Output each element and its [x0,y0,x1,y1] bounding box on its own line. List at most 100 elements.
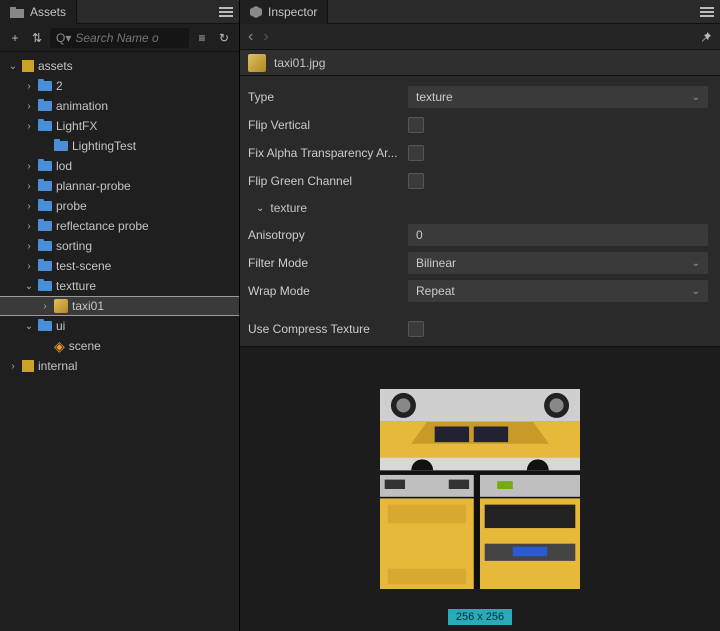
chevron-down-icon: ⌄ [692,92,700,103]
tree-label: assets [38,59,73,73]
hamburger-icon [219,11,233,13]
tree-row[interactable]: ›animation [0,96,239,116]
tree-row[interactable]: ⌄textture [0,276,239,296]
anisotropy-input[interactable] [408,224,708,246]
folder-icon [38,161,52,171]
tree-label: LightingTest [72,139,136,153]
tree-row[interactable]: ›LightFX [0,116,239,136]
folder-icon [38,121,52,131]
section-label: texture [270,201,307,215]
tree-label: animation [56,99,108,113]
preview-area: 256 x 256 [240,346,720,631]
tree-row[interactable]: ›probe [0,196,239,216]
inspector-header: Inspector [240,0,720,24]
folder-icon [54,141,68,151]
scene-icon: ◈ [54,338,65,355]
tree-row[interactable]: LightingTest [0,136,239,156]
tree-row[interactable]: ›taxi01 [0,296,239,316]
chevron-down-icon: ⌄ [8,61,18,72]
file-thumbnail-icon [248,54,266,72]
pin-button[interactable] [700,31,712,43]
chevron-down-icon: ⌄ [256,203,264,214]
prop-label: Use Compress Texture [244,322,408,336]
chevron-down-icon: ⌄ [24,281,34,292]
prop-use-compress: Use Compress Texture [244,316,716,342]
flip-vertical-checkbox[interactable] [408,117,424,133]
prop-label: Filter Mode [244,256,408,270]
fix-alpha-checkbox[interactable] [408,145,424,161]
type-select[interactable]: texture⌄ [408,86,708,108]
search-icon: Q▾ [56,31,71,45]
pin-icon [700,31,712,43]
wrap-mode-value: Repeat [416,284,455,298]
prop-type: Type texture⌄ [244,84,716,110]
asset-tree[interactable]: ⌄assets›2›animation›LightFXLightingTest›… [0,52,239,631]
assets-tab[interactable]: Assets [0,0,77,24]
create-button[interactable]: + [6,29,24,47]
plus-icon: + [11,31,18,45]
prop-label: Flip Vertical [244,118,408,132]
search-wrap: Q▾ [50,28,189,48]
assets-panel: Assets + ⇅ Q▾ ≡ ↻ ⌄assets›2›animation›Li… [0,0,240,631]
sort-button[interactable]: ⇅ [28,29,46,47]
preview-canvas: 256 x 256 [240,346,720,631]
chevron-right-icon: › [24,121,34,132]
tree-row[interactable]: ◈scene [0,336,239,356]
nav-back-button[interactable]: ‹ [248,28,253,46]
texture-section-header[interactable]: ⌄ texture [244,196,716,220]
prop-anisotropy: Anisotropy [244,222,716,248]
compress-checkbox[interactable] [408,321,424,337]
folder-icon [38,281,52,291]
chevron-right-icon: › [24,261,34,272]
refresh-button[interactable]: ↻ [215,29,233,47]
prop-label: Wrap Mode [244,284,408,298]
file-name: taxi01.jpg [274,56,325,70]
tree-row[interactable]: ›2 [0,76,239,96]
search-input[interactable] [75,31,183,45]
folder-icon [38,181,52,191]
wrap-mode-select[interactable]: Repeat⌄ [408,280,708,302]
tree-row[interactable]: ›reflectance probe [0,216,239,236]
chevron-right-icon: › [24,241,34,252]
image-icon [54,299,68,313]
chevron-down-icon: ⌄ [24,321,34,332]
inspector-menu-button[interactable] [700,11,714,13]
size-badge: 256 x 256 [448,609,512,625]
tree-label: sorting [56,239,92,253]
folder-icon [38,81,52,91]
tree-row[interactable]: ›plannar-probe [0,176,239,196]
prop-label: Fix Alpha Transparency Ar... [244,146,408,160]
chevron-right-icon: › [24,201,34,212]
tree-row[interactable]: ⌄ assets [0,56,239,76]
filter-mode-select[interactable]: Bilinear⌄ [408,252,708,274]
inspector-tab[interactable]: Inspector [240,0,328,24]
chevron-right-icon: › [24,161,34,172]
chevron-right-icon: › [24,181,34,192]
nav-forward-button[interactable]: › [263,28,268,46]
collapse-icon: ≡ [198,31,205,45]
prop-flip-green: Flip Green Channel [244,168,716,194]
prop-label: Flip Green Channel [244,174,408,188]
assets-toolbar: + ⇅ Q▾ ≡ ↻ [0,24,239,52]
tree-label: test-scene [56,259,111,273]
sort-icon: ⇅ [32,31,42,45]
prop-wrap-mode: Wrap Mode Repeat⌄ [244,278,716,304]
flip-green-checkbox[interactable] [408,173,424,189]
inspector-nav: ‹ › [240,24,720,50]
package-icon [22,360,34,372]
file-header: taxi01.jpg [240,50,720,76]
tree-row[interactable]: › test-scene [0,256,239,276]
collapse-all-button[interactable]: ≡ [193,29,211,47]
tree-row[interactable]: ›internal [0,356,239,376]
texture-preview-icon [380,389,580,589]
tree-label: internal [38,359,77,373]
assets-header: Assets [0,0,239,24]
prop-label: Anisotropy [244,228,408,242]
hamburger-icon [700,11,714,13]
tree-row[interactable]: ›lod [0,156,239,176]
filter-mode-value: Bilinear [416,256,456,270]
tree-row[interactable]: › sorting [0,236,239,256]
tree-row[interactable]: ⌄ui [0,316,239,336]
assets-menu-button[interactable] [219,11,233,13]
prop-flip-vertical: Flip Vertical [244,112,716,138]
